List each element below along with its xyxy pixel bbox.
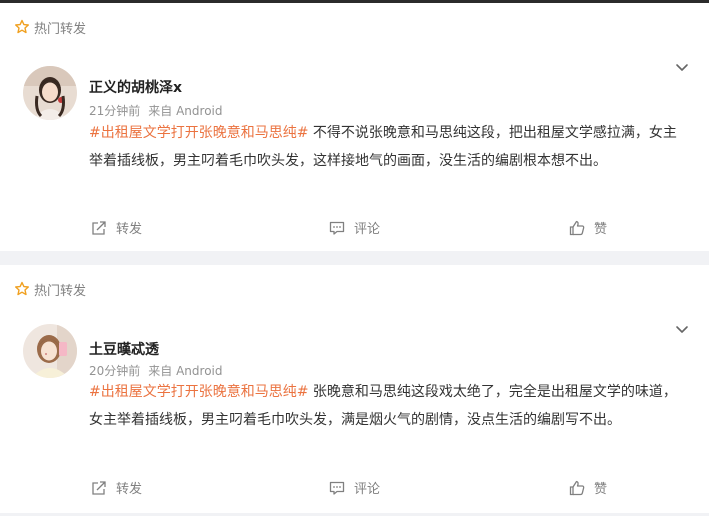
- like-button[interactable]: 赞: [568, 218, 607, 237]
- hashtag-link[interactable]: #出租屋文学打开张晚意和马思纯#: [89, 125, 308, 141]
- like-icon: [568, 219, 586, 237]
- chevron-down-icon[interactable]: [674, 321, 690, 337]
- like-icon: [568, 479, 586, 497]
- forward-label: 转发: [116, 482, 143, 497]
- action-bar: 转发 评论 赞: [0, 218, 709, 242]
- comment-button[interactable]: 评论: [328, 478, 380, 497]
- hot-forward-label: 热门转发: [34, 283, 87, 299]
- forward-icon: [90, 479, 108, 497]
- comment-icon: [328, 479, 346, 497]
- comment-icon: [328, 219, 346, 237]
- post-meta: 21分钟前 来自 Android: [89, 102, 223, 119]
- post-content: #出租屋文学打开张晚意和马思纯# 张晚意和马思纯这段戏太绝了，完全是出租屋文学的…: [89, 378, 689, 434]
- comment-label: 评论: [354, 482, 381, 497]
- forward-label: 转发: [116, 222, 143, 237]
- post-source: 来自 Android: [148, 364, 223, 378]
- username[interactable]: 土豆暵忒透: [89, 339, 159, 359]
- post-time[interactable]: 20分钟前: [89, 362, 140, 379]
- username[interactable]: 正义的胡桃泽x: [89, 77, 182, 97]
- forward-icon: [90, 219, 108, 237]
- post-source: 来自 Android: [148, 104, 223, 118]
- hot-forward-label: 热门转发: [34, 21, 87, 37]
- post-card: 热门转发 土豆暵忒透 20分钟前 来自 Android #出租屋文学打开张晚意和…: [0, 265, 709, 513]
- forward-button[interactable]: 转发: [90, 218, 142, 237]
- like-label: 赞: [594, 222, 608, 237]
- hot-forward-header: 热门转发: [14, 17, 86, 37]
- star-icon: [14, 281, 30, 297]
- chevron-down-icon[interactable]: [674, 59, 690, 75]
- post-card: 热门转发 正义的胡桃泽x 21分钟前 来自 Android #出租屋文学打开张晚…: [0, 3, 709, 251]
- post-content: #出租屋文学打开张晚意和马思纯# 不得不说张晚意和马思纯这段，把出租屋文学感拉满…: [89, 119, 689, 175]
- action-bar: 转发 评论 赞: [0, 478, 709, 502]
- like-button[interactable]: 赞: [568, 478, 607, 497]
- hashtag-link[interactable]: #出租屋文学打开张晚意和马思纯#: [89, 384, 308, 400]
- avatar[interactable]: [23, 66, 77, 120]
- post-meta: 20分钟前 来自 Android: [89, 362, 223, 379]
- post-time[interactable]: 21分钟前: [89, 102, 140, 119]
- avatar[interactable]: [23, 324, 77, 378]
- forward-button[interactable]: 转发: [90, 478, 142, 497]
- comment-label: 评论: [354, 222, 381, 237]
- star-icon: [14, 19, 30, 35]
- hot-forward-header: 热门转发: [14, 279, 86, 299]
- comment-button[interactable]: 评论: [328, 218, 380, 237]
- like-label: 赞: [594, 482, 608, 497]
